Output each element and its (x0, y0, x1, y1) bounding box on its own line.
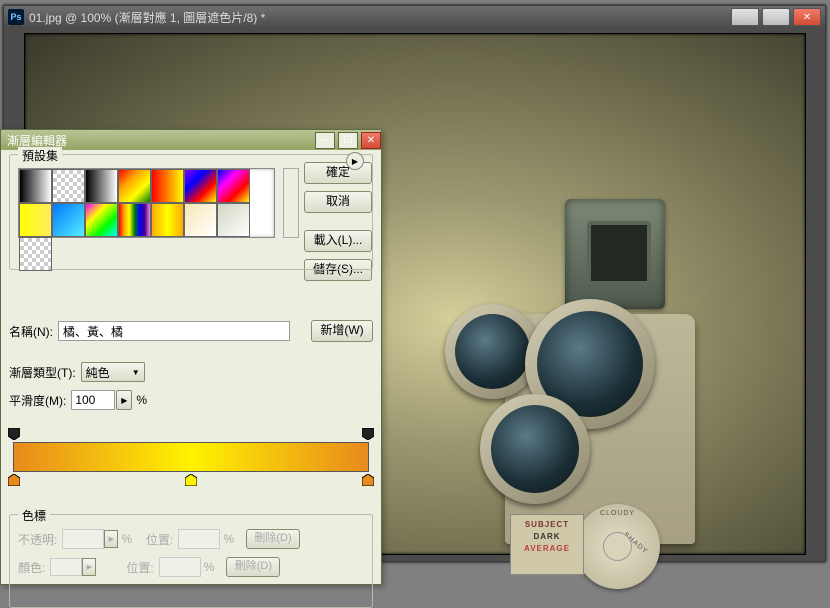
main-titlebar[interactable]: Ps 01.jpg @ 100% (漸層對應 1, 圖層遮色片/8) * ─ ☐… (4, 6, 825, 28)
smoothness-input[interactable] (71, 390, 115, 410)
preset-swatch[interactable] (85, 203, 118, 237)
presets-group: 預設集 ▶ (9, 154, 373, 270)
type-row: 漸層類型(T): 純色▼ (9, 362, 373, 382)
opacity-stop[interactable] (8, 428, 20, 440)
new-button[interactable]: 新增(W) (311, 320, 373, 342)
smoothness-row: 平滑度(M): ▶ % (9, 390, 373, 410)
preset-swatch[interactable] (52, 169, 85, 203)
color-label: 顏色: (18, 559, 45, 576)
preset-swatch[interactable] (151, 203, 184, 237)
color-stop[interactable] (362, 474, 374, 486)
opacity-label: 不透明: (18, 531, 57, 548)
maximize-button[interactable]: ☐ (762, 8, 790, 26)
preset-scrollbar[interactable] (283, 168, 299, 238)
percent-sign: % (136, 393, 147, 407)
stops-group: 色標 不透明: ▶ % 位置: % 刪除(D) 顏色: ▶ 位置: % 刪除(D… (9, 514, 373, 608)
opacity-arrow: ▶ (104, 530, 118, 548)
preset-swatch[interactable] (52, 203, 85, 237)
preset-swatch[interactable] (85, 169, 118, 203)
preset-swatch[interactable] (19, 203, 52, 237)
preset-swatch[interactable] (118, 203, 151, 237)
preset-swatch[interactable] (184, 169, 217, 203)
presets-label: 預設集 (18, 147, 62, 164)
color-well (50, 558, 82, 576)
color-arrow: ▶ (82, 558, 96, 576)
dialog-title: 漸層編輯器 (7, 132, 67, 149)
app-icon: Ps (8, 9, 24, 25)
preset-swatch[interactable] (217, 203, 250, 237)
smoothness-label: 平滑度(M): (9, 392, 66, 409)
dialog-maximize-button[interactable]: ☐ (338, 132, 358, 149)
color-stop[interactable] (8, 474, 20, 486)
name-input[interactable] (58, 321, 290, 341)
color-stop[interactable] (185, 474, 197, 486)
chevron-down-icon: ▼ (132, 368, 140, 377)
smoothness-arrow[interactable]: ▶ (116, 390, 132, 410)
presets-menu-button[interactable]: ▶ (346, 152, 364, 170)
document-title: 01.jpg @ 100% (漸層對應 1, 圖層遮色片/8) * (29, 9, 728, 26)
dialog-close-button[interactable]: ✕ (361, 132, 381, 149)
preset-swatch[interactable] (118, 169, 151, 203)
preset-grid[interactable] (18, 168, 275, 238)
preset-swatch[interactable] (19, 169, 52, 203)
position-input (178, 529, 220, 549)
opacity-input (62, 529, 104, 549)
stops-label: 色標 (18, 507, 50, 524)
gradient-bar[interactable] (13, 442, 369, 472)
type-label: 漸層類型(T): (9, 364, 76, 381)
close-button[interactable]: ✕ (793, 8, 821, 26)
type-combo[interactable]: 純色▼ (81, 362, 145, 382)
gradient-editor-area (13, 428, 369, 486)
delete-opacity-stop-button: 刪除(D) (246, 529, 300, 549)
gradient-editor-dialog: 漸層編輯器 ─ ☐ ✕ 確定 取消 載入(L)... 儲存(S)... 預設集 … (0, 129, 382, 585)
preset-swatch[interactable] (19, 237, 52, 271)
dialog-minimize-button[interactable]: ─ (315, 132, 335, 149)
color-position-input (159, 557, 201, 577)
preset-swatch[interactable] (217, 169, 250, 203)
preset-swatch[interactable] (151, 169, 184, 203)
name-label: 名稱(N): (9, 323, 53, 340)
name-row: 名稱(N): 新增(W) (9, 320, 373, 342)
position-label: 位置: (146, 531, 173, 548)
window-buttons: ─ ☐ ✕ (728, 8, 821, 26)
preset-swatch[interactable] (184, 203, 217, 237)
minimize-button[interactable]: ─ (731, 8, 759, 26)
camera-illustration: CLOUDY SHADY SUBJECT DARK AVERAGE (445, 174, 725, 574)
opacity-stop[interactable] (362, 428, 374, 440)
position-label-2: 位置: (126, 559, 153, 576)
delete-color-stop-button: 刪除(D) (226, 557, 280, 577)
